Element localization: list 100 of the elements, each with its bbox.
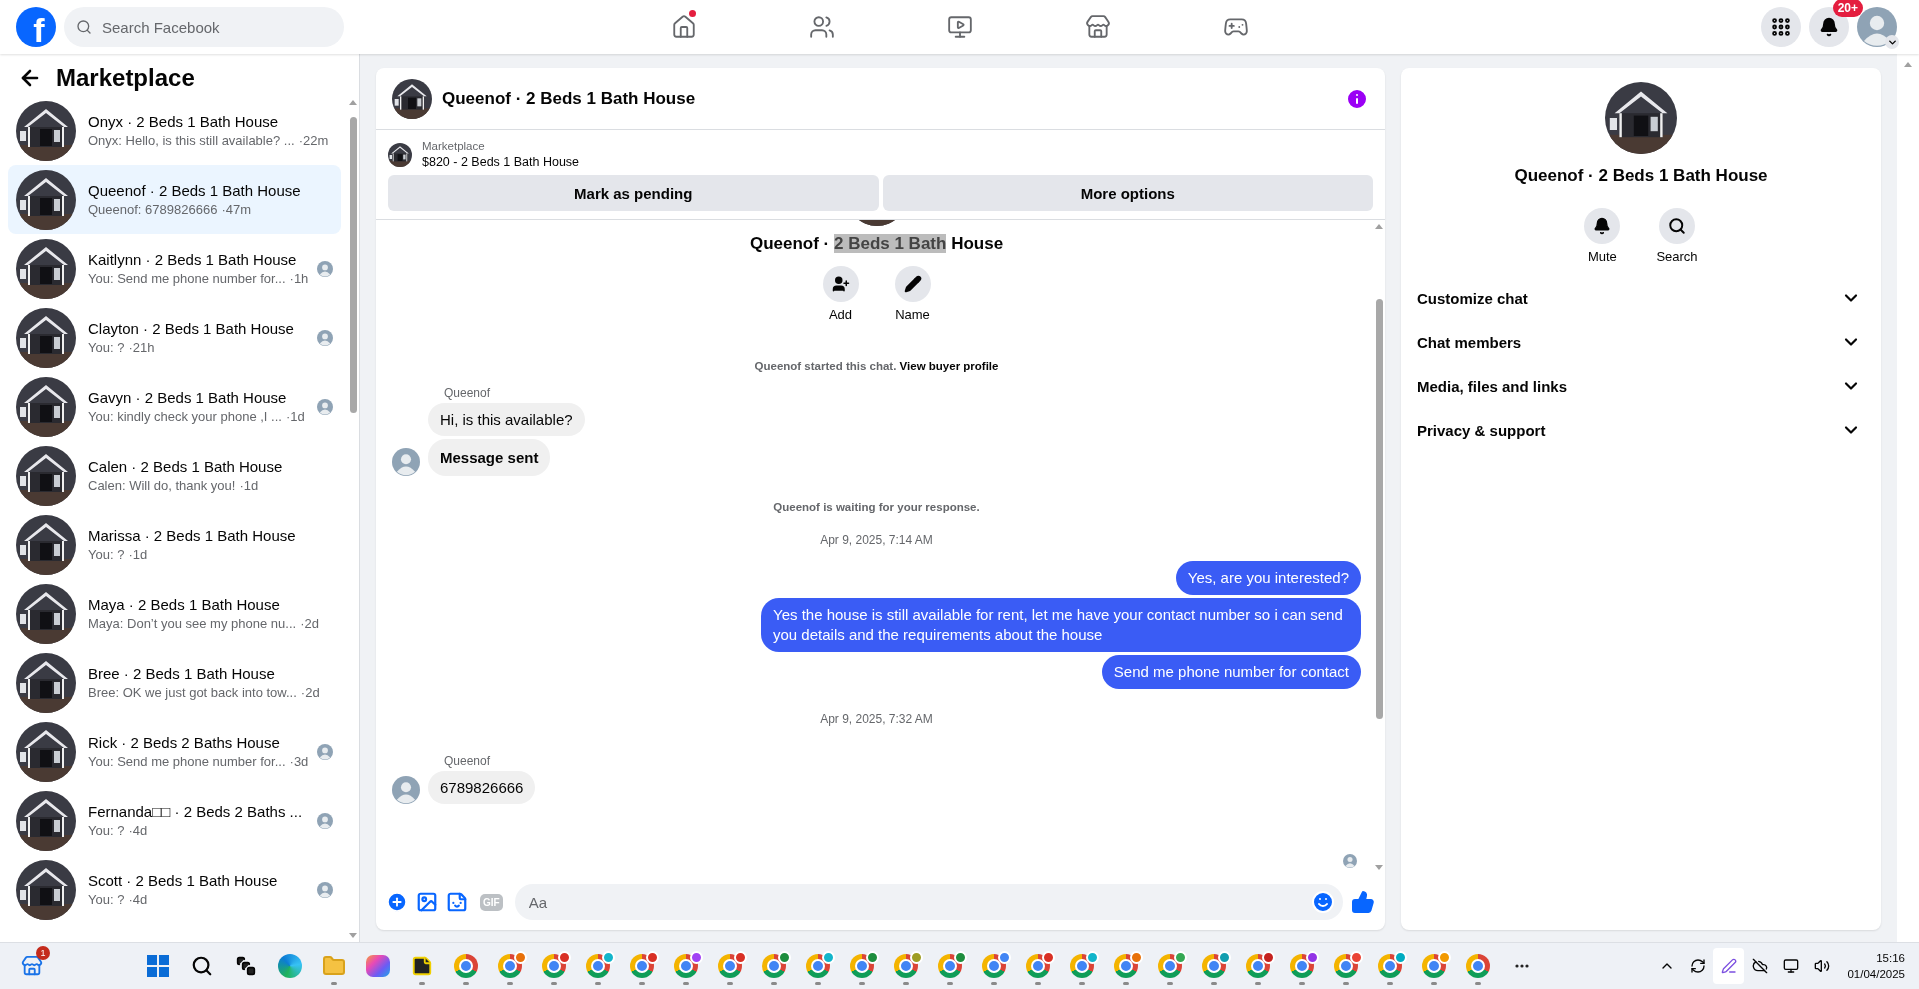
message-time: ·1h <box>289 271 309 286</box>
sender-name: Queenof <box>444 386 492 400</box>
message-field[interactable]: Aa <box>514 884 1343 920</box>
conversation-item[interactable]: Rick · 2 Beds 2 Baths House You: Send me phone number for... ·3d <box>8 717 341 786</box>
conversation-item[interactable]: Kaitlynn · 2 Beds 1 Bath House You: Send me phone number for... ·1h <box>8 234 341 303</box>
listing-button[interactable]: Mark as pending <box>388 175 879 211</box>
conversation-item[interactable]: Bree · 2 Beds 1 Bath House Bree: OK we just got back into tow... ·2d <box>8 648 341 717</box>
facebook-logo[interactable]: f <box>16 7 56 47</box>
menu-button[interactable] <box>1761 7 1801 47</box>
section-header[interactable]: Customize chat <box>1409 276 1873 320</box>
volume-icon <box>1813 958 1830 974</box>
chrome-icon <box>498 954 522 978</box>
chrome-icon <box>1246 954 1270 978</box>
profile-avatar <box>1857 7 1897 47</box>
conversation-item[interactable]: Maya · 2 Beds 1 Bath House Maya: Don’t you see my phone nu... ·2d <box>8 579 341 648</box>
message-time: ·2d <box>300 685 320 700</box>
chrome-icon <box>1422 954 1446 978</box>
conversation-item[interactable]: Marissa · 2 Beds 1 Bath House You: ? ·1d <box>8 510 341 579</box>
timestamp: Apr 9, 2025, 7:32 AM <box>819 712 934 726</box>
chrome-icon <box>1026 954 1050 978</box>
chrome-icon <box>850 954 874 978</box>
section-header[interactable]: Chat members <box>1409 320 1873 364</box>
seen-avatar <box>317 260 333 277</box>
conversation-title: Scott · 2 Beds 1 Bath House <box>88 872 279 889</box>
buyer-profile-link[interactable]: View buyer profile <box>899 360 999 372</box>
scrollbar[interactable] <box>1897 54 1919 942</box>
image-icon[interactable] <box>416 891 438 913</box>
conversation-title: Marissa · 2 Beds 1 Bath House <box>88 527 297 544</box>
edge-icon <box>278 954 302 978</box>
conversation-title: Queenof · 2 Beds 1 Bath House <box>88 182 302 199</box>
conversation-item[interactable]: Scott · 2 Beds 1 Bath House You: ? ·4d <box>8 855 341 924</box>
search-input[interactable]: Search Facebook <box>100 17 332 37</box>
search-icon <box>1668 217 1686 235</box>
message-time: ·22m <box>298 133 329 148</box>
message-preview: Calen: Will do, thank you! <box>88 478 236 493</box>
plus-icon[interactable] <box>386 891 408 913</box>
chrome-icon <box>630 954 654 978</box>
message-input[interactable]: Aa <box>526 892 1311 912</box>
chrome-icon <box>718 954 742 978</box>
message-preview: Onyx: Hello, is this still available? ... <box>88 133 295 148</box>
message-time: ·2d <box>300 616 319 631</box>
chrome-icon <box>1114 954 1138 978</box>
conversation-title: Clayton · 2 Beds 1 Bath House <box>88 320 295 337</box>
section-header[interactable]: Media, files and links <box>1409 364 1873 408</box>
home-icon <box>670 14 697 40</box>
like-icon[interactable] <box>1351 890 1375 914</box>
message-preview: You: ? <box>88 340 125 355</box>
clock[interactable]: 15:16 01/04/2025 <box>1847 950 1909 982</box>
listing-summary: $820 - 2 Beds 1 Bath House <box>422 155 580 169</box>
account-button[interactable] <box>1857 7 1897 47</box>
chrome-icon <box>1378 954 1402 978</box>
sender-avatar <box>392 448 420 476</box>
store-button[interactable]: 1 <box>10 946 54 986</box>
rename-button[interactable] <box>894 266 931 302</box>
copilot-icon <box>366 955 390 977</box>
emoji-icon[interactable] <box>1311 890 1335 914</box>
search-button[interactable] <box>1659 208 1695 244</box>
message-preview: Bree: OK we just got back into tow... <box>88 685 297 700</box>
folder-icon <box>322 954 346 978</box>
chrome-icon <box>542 954 566 978</box>
menu-icon <box>1770 16 1792 38</box>
sidebar-title: Marketplace <box>56 64 195 92</box>
conversation-title: Kaitlynn · 2 Beds 1 Bath House <box>88 251 298 268</box>
message-time: ·1d <box>285 409 305 424</box>
conversation-item[interactable]: Queenof · 2 Beds 1 Bath House Queenof: 6789826666 ·47m <box>8 165 341 234</box>
conversation-title: Calen · 2 Beds 1 Bath House <box>88 458 284 475</box>
conversation-item[interactable]: Gavyn · 2 Beds 1 Bath House You: kindly check your phone ,I ... ·1d <box>8 372 341 441</box>
message-time: ·21h <box>128 340 155 355</box>
network-icon <box>1782 958 1799 974</box>
section-header[interactable]: Privacy & support <box>1409 408 1873 452</box>
add-person-button[interactable] <box>822 266 859 302</box>
message-preview: You: ? <box>88 547 125 562</box>
search-box[interactable]: Search Facebook <box>64 7 344 47</box>
cloud-off-icon <box>1751 958 1768 974</box>
message-preview: You: kindly check your phone ,I ... <box>88 409 282 424</box>
incoming-message: Hi, is this available? <box>428 403 585 436</box>
listing-button[interactable]: More options <box>882 175 1373 211</box>
video-icon <box>946 14 973 40</box>
seen-avatar <box>1343 854 1357 868</box>
message-time: ·4d <box>128 823 148 838</box>
conversation-item[interactable]: Clayton · 2 Beds 1 Bath House You: ? ·21h <box>8 303 341 372</box>
outgoing-message: Send me phone number for contact <box>1101 655 1361 689</box>
message-preview: You: ? <box>88 892 125 907</box>
message-preview: Queenof: 6789826666 <box>88 202 218 217</box>
mute-button[interactable] <box>1584 208 1621 244</box>
conversation-title: Maya · 2 Beds 1 Bath House <box>88 596 281 613</box>
seen-avatar <box>317 743 333 760</box>
seen-avatar <box>317 812 333 829</box>
system-message: Queenof started this chat. View buyer profile <box>753 360 1000 372</box>
notification-badge: 1 <box>36 946 50 960</box>
chrome-icon <box>586 954 610 978</box>
conversation-item[interactable]: Onyx · 2 Beds 1 Bath House Onyx: Hello, is this still available? ... ·22m <box>8 96 341 165</box>
conversation-item[interactable]: Fernanda□□ · 2 Beds 2 Baths ... You: ? ·4d <box>8 786 341 855</box>
conversation-title: Fernanda□□ · 2 Beds 2 Baths ... <box>88 803 304 820</box>
sticker-icon[interactable] <box>446 891 468 913</box>
conversation-item[interactable]: Calen · 2 Beds 1 Bath House Calen: Will do, thank you! ·1d <box>8 441 341 510</box>
message-time: ·1d <box>128 547 148 562</box>
outgoing-message: Yes, are you interested? <box>1175 561 1361 595</box>
message-time: ·3d <box>289 754 309 769</box>
sticky-note-icon <box>411 955 433 977</box>
